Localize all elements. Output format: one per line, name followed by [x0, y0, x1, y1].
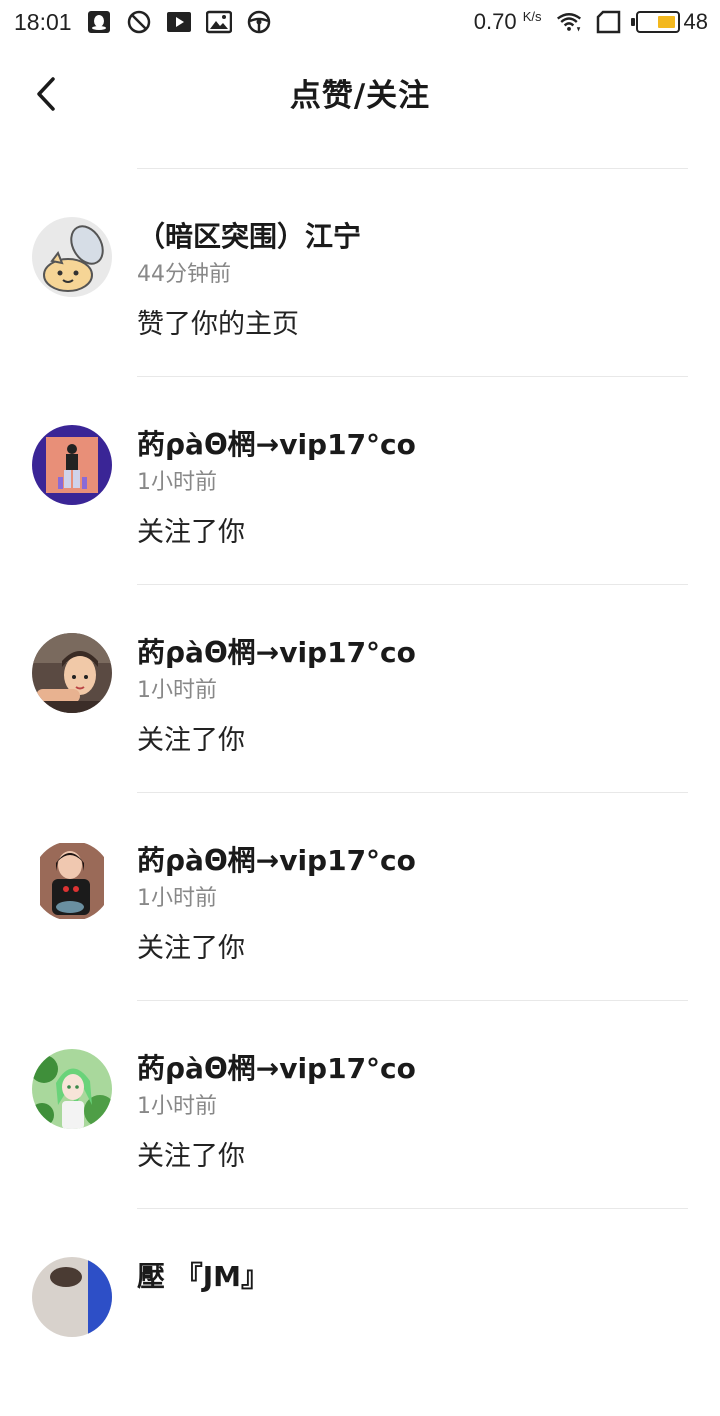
timestamp: 1小时前	[137, 886, 217, 911]
user-name[interactable]: 壓 『JM』	[137, 1257, 690, 1297]
notification-list: （暗区突围）江宁 44分钟前 赞了你的主页 菂ρàΘ棢→vip17°co 1小时…	[0, 168, 720, 1416]
status-time: 18:01	[14, 8, 72, 35]
item-body: 壓 『JM』	[137, 1257, 690, 1385]
battery-icon	[630, 11, 680, 33]
avatar[interactable]	[32, 1257, 112, 1337]
timestamp: 44分钟前	[137, 262, 231, 287]
do-not-disturb-icon	[126, 9, 152, 35]
back-button[interactable]	[24, 72, 68, 116]
net-speed: 0.70 K/s	[474, 9, 542, 35]
item-body: 菂ρàΘ棢→vip17°co 1小时前 关注了你	[137, 841, 690, 969]
status-bar: 18:01 0.70 K/s 48	[0, 0, 720, 44]
list-item[interactable]: 菂ρàΘ棢→vip17°co 1小时前 关注了你	[0, 793, 720, 1000]
list-item[interactable]: 菂ρàΘ棢→vip17°co 1小时前 关注了你	[0, 585, 720, 792]
net-speed-value: 0.70	[473, 9, 517, 34]
back-chevron-icon	[37, 77, 55, 111]
battery-fill	[658, 16, 675, 28]
avatar[interactable]	[32, 217, 112, 297]
timestamp: 1小时前	[137, 470, 217, 495]
user-name[interactable]: （暗区突围）江宁	[137, 217, 690, 257]
list-item[interactable]: 壓 『JM』	[0, 1209, 720, 1416]
list-item[interactable]: 菂ρàΘ棢→vip17°co 1小时前 关注了你	[0, 1001, 720, 1208]
sim-icon	[596, 9, 622, 35]
avatar[interactable]	[32, 425, 112, 505]
net-speed-unit: K/s	[522, 9, 542, 24]
user-name[interactable]: 菂ρàΘ棢→vip17°co	[137, 1049, 690, 1089]
item-body: 菂ρàΘ棢→vip17°co 1小时前 关注了你	[137, 633, 690, 761]
user-name[interactable]: 菂ρàΘ棢→vip17°co	[137, 633, 690, 673]
list-item[interactable]: （暗区突围）江宁 44分钟前 赞了你的主页	[0, 169, 720, 376]
wifi-icon	[556, 9, 582, 35]
avatar[interactable]	[32, 633, 112, 713]
avatar[interactable]	[32, 1049, 112, 1129]
user-name[interactable]: 菂ρàΘ棢→vip17°co	[137, 841, 690, 881]
action-text: 关注了你	[137, 933, 245, 964]
timestamp: 1小时前	[137, 1094, 217, 1119]
action-text: 关注了你	[137, 725, 245, 756]
page-title: 点赞/关注	[289, 77, 431, 114]
user-name[interactable]: 菂ρàΘ棢→vip17°co	[137, 425, 690, 465]
status-bar-left: 18:01	[14, 9, 272, 36]
battery-indicator: 48	[630, 9, 708, 35]
timestamp	[137, 1299, 690, 1331]
video-icon	[166, 9, 192, 35]
status-bar-right: 0.70 K/s 48	[474, 9, 708, 35]
item-body: 菂ρàΘ棢→vip17°co 1小时前 关注了你	[137, 425, 690, 553]
action-text	[137, 1345, 690, 1385]
avatar[interactable]	[32, 841, 112, 921]
timestamp: 1小时前	[137, 678, 217, 703]
action-text: 赞了你的主页	[137, 309, 299, 340]
item-body: 菂ρàΘ棢→vip17°co 1小时前 关注了你	[137, 1049, 690, 1177]
battery-percent: 48	[683, 9, 708, 34]
image-icon	[205, 9, 232, 35]
action-text: 关注了你	[137, 517, 245, 548]
app-header: 点赞/关注	[0, 44, 720, 140]
item-body: （暗区突围）江宁 44分钟前 赞了你的主页	[137, 217, 690, 345]
steering-wheel-icon	[246, 9, 272, 35]
qq-icon	[86, 9, 112, 35]
list-item[interactable]: 菂ρàΘ棢→vip17°co 1小时前 关注了你	[0, 377, 720, 584]
action-text: 关注了你	[137, 1141, 245, 1172]
